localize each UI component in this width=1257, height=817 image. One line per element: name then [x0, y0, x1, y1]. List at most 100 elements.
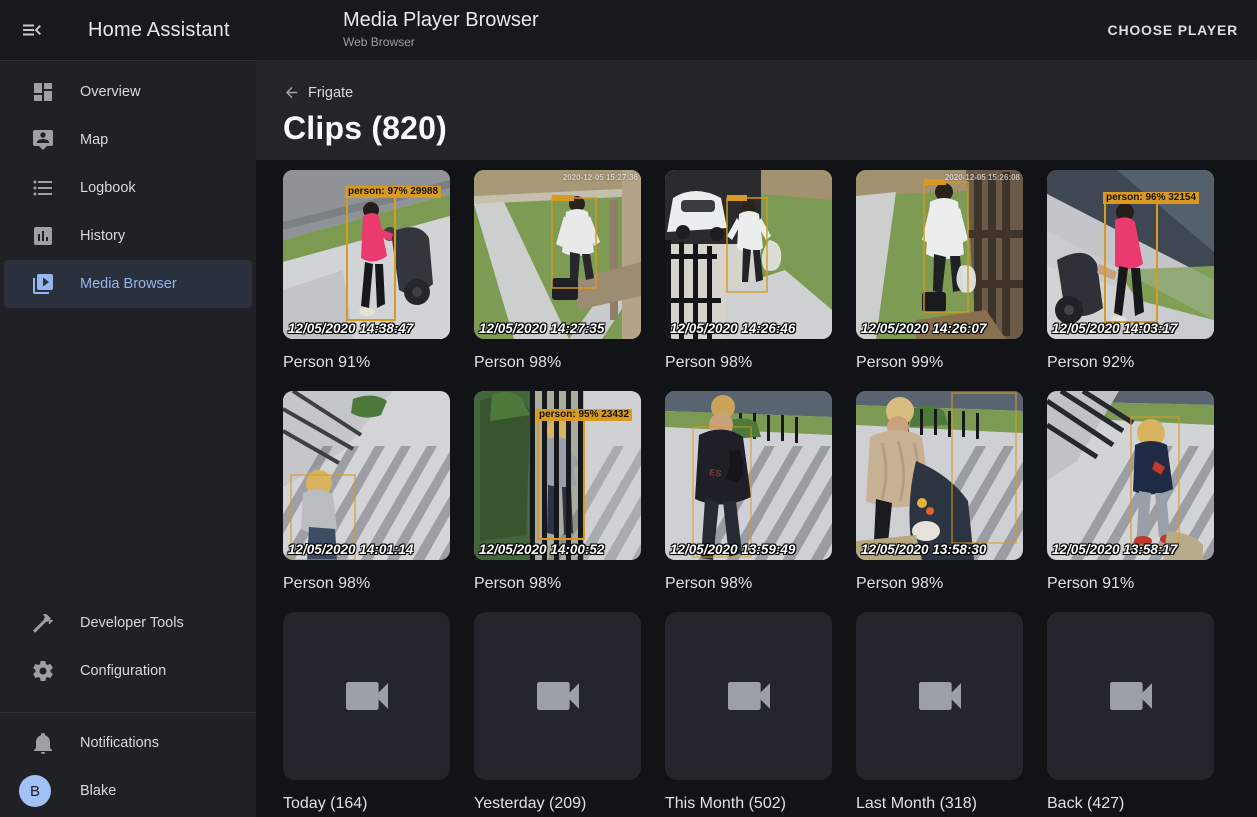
sidebar-item-logbook[interactable]: Logbook	[4, 164, 252, 212]
clip-caption: Person 99%	[856, 353, 1023, 373]
detection-box-label: person: 96% 32154	[1103, 192, 1199, 204]
clip-timestamp-overlay: 12/05/2020 14:27:35	[479, 321, 604, 336]
page-title: Media Player Browser	[343, 8, 539, 32]
camera-snapshot-image: ES	[665, 391, 832, 560]
sidebar-item-media-browser[interactable]: Media Browser	[4, 260, 252, 308]
folder-thumbnail	[474, 612, 641, 780]
sidebar-nav: Overview MapLogbook History Media Browser	[0, 61, 256, 308]
logbook-list-icon	[31, 176, 55, 200]
clip-card[interactable]: 2020-12-05 15:26:08 12/05/2020 14:26:07 Pe…	[856, 170, 1023, 391]
folder-thumbnail	[283, 612, 450, 780]
sidebar-item-label: Overview	[80, 84, 140, 100]
sidebar-tools: Developer Tools Configuration	[0, 599, 256, 695]
sidebar-item-user[interactable]: B Blake	[4, 767, 252, 815]
clip-timestamp-overlay: 12/05/2020 14:01:14	[288, 542, 413, 557]
video-camera-icon	[339, 668, 395, 724]
clip-card[interactable]: person: 96% 32154 12/05/2020 14:03:17 Pers…	[1047, 170, 1214, 391]
sidebar-item-label: Developer Tools	[80, 615, 184, 631]
folder-caption: Back (427)	[1047, 794, 1214, 814]
clip-caption: Person 98%	[474, 574, 641, 594]
folder-card[interactable]: This Month (502)	[665, 612, 832, 817]
detection-box-label: person: 97% 29988	[345, 186, 441, 198]
camera-datetime-overlay: 2020-12-05 15:26:08	[945, 173, 1020, 182]
video-camera-icon	[1103, 668, 1159, 724]
sidebar-footer: Notifications B Blake	[0, 706, 256, 815]
user-name-label: Blake	[80, 783, 116, 799]
breadcrumb[interactable]: Frigate	[283, 84, 353, 101]
folder-caption: Last Month (318)	[856, 794, 1023, 814]
camera-snapshot-image	[665, 170, 832, 339]
clip-card[interactable]: person: 95% 23432 12/05/2020 14:00:52 Pers…	[474, 391, 641, 612]
clip-thumbnail: 12/05/2020 14:01:14	[283, 391, 450, 560]
content-header: Frigate Clips (820)	[256, 60, 1257, 160]
folder-thumbnail	[856, 612, 1023, 780]
clip-thumbnail: 12/05/2020 14:26:46	[665, 170, 832, 339]
sidebar-item-label: Media Browser	[80, 276, 177, 292]
clip-caption: Person 98%	[665, 353, 832, 373]
sidebar-item-label: Configuration	[80, 663, 166, 679]
folder-card[interactable]: Last Month (318)	[856, 612, 1023, 817]
clip-timestamp-overlay: 12/05/2020 13:58:17	[1052, 542, 1177, 557]
clip-card[interactable]: 12/05/2020 14:01:14Person 98%	[283, 391, 450, 612]
gear-icon	[31, 659, 55, 683]
clip-card[interactable]: person: 97% 2998812/05/2020 14:38:47Pers…	[283, 170, 450, 391]
folder-caption: This Month (502)	[665, 794, 832, 814]
folder-thumbnail	[665, 612, 832, 780]
sidebar-item-label: History	[80, 228, 125, 244]
camera-datetime-overlay: 2020-12-05 15:27:36	[563, 173, 638, 182]
clip-caption: Person 98%	[856, 574, 1023, 594]
clip-card[interactable]: ES 12/05/2020 13:59:49Person 98%	[665, 391, 832, 612]
clip-thumbnail: ES 12/05/2020 13:59:49	[665, 391, 832, 560]
folder-card[interactable]: Back (427)	[1047, 612, 1214, 817]
clip-caption: Person 98%	[474, 353, 641, 373]
clip-timestamp-overlay: 12/05/2020 14:38:47	[288, 321, 413, 336]
media-browser-content: person: 97% 29988 12/05/2020 14:38:47 Pers…	[256, 160, 1257, 817]
choose-player-button[interactable]: CHOOSE PLAYER	[1100, 0, 1246, 60]
media-browser-icon	[31, 272, 55, 296]
map-account-icon	[31, 128, 55, 152]
sidebar-toggle-button[interactable]	[8, 6, 56, 54]
sidebar-item-developer-tools[interactable]: Developer Tools	[4, 599, 252, 647]
folder-caption: Today (164)	[283, 794, 450, 814]
arrow-left-icon	[283, 84, 300, 101]
clip-timestamp-overlay: 12/05/2020 14:00:52	[479, 542, 604, 557]
camera-snapshot-image	[856, 170, 1023, 339]
clip-thumbnail: 12/05/2020 13:58:17	[1047, 391, 1214, 560]
detection-box-label: person: 95% 23432	[536, 409, 632, 421]
folder-card[interactable]: Yesterday (209)	[474, 612, 641, 817]
breadcrumb-label: Frigate	[308, 85, 353, 101]
clip-grid: person: 97% 29988 12/05/2020 14:38:47 Pers…	[256, 160, 1257, 817]
folder-thumbnail	[1047, 612, 1214, 780]
clip-timestamp-overlay: 12/05/2020 14:26:07	[861, 321, 986, 336]
svg-text:ES: ES	[709, 467, 722, 479]
sidebar-divider	[0, 712, 256, 713]
sidebar-item-overview[interactable]: Overview	[4, 68, 252, 116]
video-camera-icon	[721, 668, 777, 724]
hammer-icon	[31, 611, 55, 635]
sidebar-item-configuration[interactable]: Configuration	[4, 647, 252, 695]
folder-card[interactable]: Today (164)	[283, 612, 450, 817]
menu-open-icon	[20, 18, 44, 42]
video-camera-icon	[530, 668, 586, 724]
clip-timestamp-overlay: 12/05/2020 13:58:30	[861, 542, 986, 557]
video-camera-icon	[912, 668, 968, 724]
clip-card[interactable]: 2020-12-05 15:27:36 12/05/2020 14:27:35 Pe…	[474, 170, 641, 391]
clip-timestamp-overlay: 12/05/2020 13:59:49	[670, 542, 795, 557]
sidebar-item-map[interactable]: Map	[4, 116, 252, 164]
avatar: B	[19, 775, 51, 807]
camera-snapshot-image	[474, 170, 641, 339]
clip-timestamp-overlay: 12/05/2020 14:03:17	[1052, 321, 1177, 336]
dashboard-icon	[31, 80, 55, 104]
clip-caption: Person 92%	[1047, 353, 1214, 373]
sidebar-item-history[interactable]: History	[4, 212, 252, 260]
clip-caption: Person 91%	[1047, 574, 1214, 594]
clip-timestamp-overlay: 12/05/2020 14:26:46	[670, 321, 795, 336]
clip-card[interactable]: 12/05/2020 13:58:30 Person 98%	[856, 391, 1023, 612]
sidebar-item-notifications[interactable]: Notifications	[4, 719, 252, 767]
clip-thumbnail: person: 95% 23432 12/05/2020 14:00:52	[474, 391, 641, 560]
app-title: Home Assistant	[88, 19, 230, 42]
clip-card[interactable]: 12/05/2020 13:58:17 Person 91%	[1047, 391, 1214, 612]
page-subtitle: Web Browser	[343, 34, 539, 50]
clip-card[interactable]: 12/05/2020 14:26:46 Person 98%	[665, 170, 832, 391]
folder-caption: Yesterday (209)	[474, 794, 641, 814]
